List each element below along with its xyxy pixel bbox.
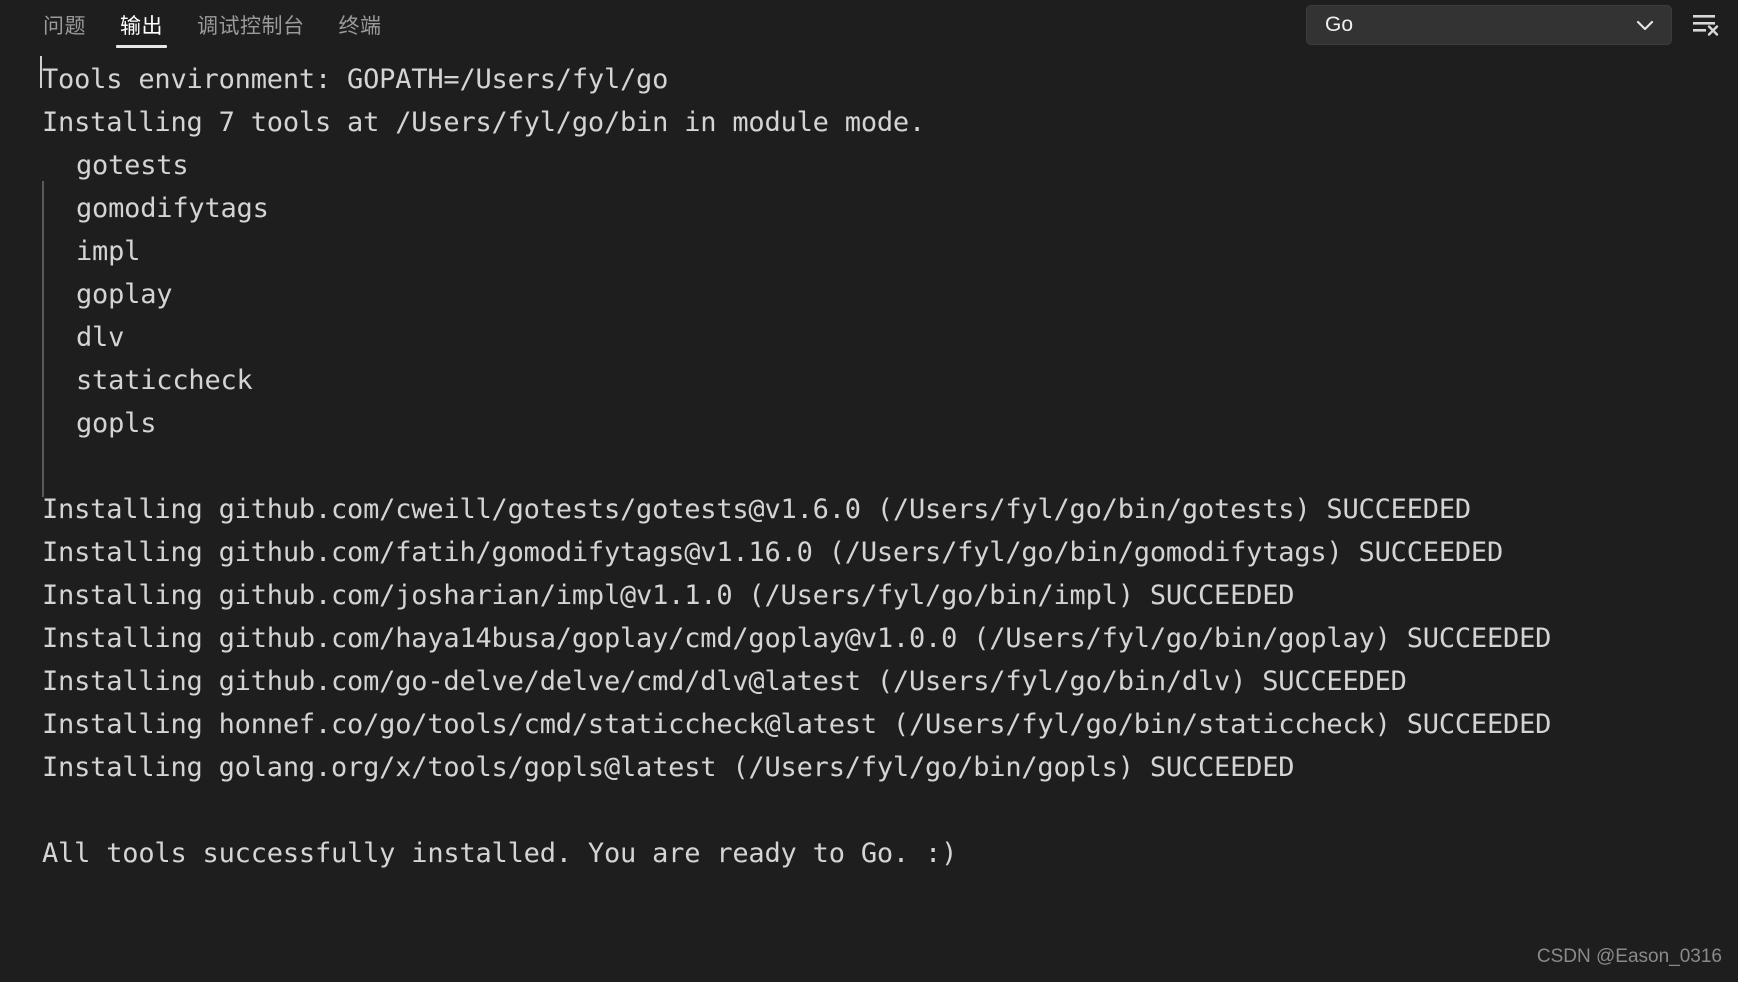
output-line: gopls <box>76 408 157 439</box>
output-line: Installing 7 tools at /Users/fyl/go/bin … <box>42 107 926 138</box>
tab-problems[interactable]: 问题 <box>26 0 103 50</box>
panel-tabs: 问题 输出 调试控制台 终端 <box>0 0 399 50</box>
output-line-list: Tools environment: GOPATH=/Users/fyl/go I… <box>0 58 1738 875</box>
output-line: Installing honnef.co/go/tools/cmd/static… <box>42 709 1552 740</box>
tab-problems-label: 问题 <box>43 14 86 38</box>
clear-output-button[interactable] <box>1682 3 1728 47</box>
tab-output-label: 输出 <box>120 14 163 38</box>
tab-terminal-label: 终端 <box>338 14 382 38</box>
output-line: goplay <box>76 279 173 310</box>
output-line: Tools environment: GOPATH=/Users/fyl/go <box>42 64 669 95</box>
output-line: dlv <box>76 322 125 353</box>
output-content[interactable]: Tools environment: GOPATH=/Users/fyl/go I… <box>0 50 1738 982</box>
watermark: CSDN @Eason_0316 <box>1536 946 1722 967</box>
output-line: All tools successfully installed. You ar… <box>42 838 958 869</box>
panel-header: 问题 输出 调试控制台 终端 Go <box>0 0 1738 50</box>
tab-debug-console[interactable]: 调试控制台 <box>180 0 322 50</box>
output-line: Installing github.com/cweill/gotests/got… <box>42 494 1471 525</box>
output-line: gotests <box>76 150 189 181</box>
panel-header-actions: Go <box>1306 0 1738 50</box>
output-line: gomodifytags <box>76 193 269 224</box>
tab-output[interactable]: 输出 <box>103 0 180 50</box>
output-line: Installing github.com/josharian/impl@v1.… <box>42 580 1295 611</box>
output-line: Installing github.com/fatih/gomodifytags… <box>42 537 1504 568</box>
output-line: impl <box>76 236 141 267</box>
output-channel-select[interactable]: Go <box>1306 5 1672 45</box>
output-line: staticcheck <box>76 365 253 396</box>
output-line: Installing github.com/haya14busa/goplay/… <box>42 623 1552 654</box>
output-channel-value: Go <box>1325 13 1354 36</box>
output-line: Installing github.com/go-delve/delve/cmd… <box>42 666 1407 697</box>
clear-output-icon <box>1693 15 1719 36</box>
chevron-down-icon <box>1636 20 1654 31</box>
output-line: Installing golang.org/x/tools/gopls@late… <box>42 752 1295 783</box>
tab-debug-console-label: 调试控制台 <box>197 14 305 38</box>
tab-terminal[interactable]: 终端 <box>322 0 399 50</box>
